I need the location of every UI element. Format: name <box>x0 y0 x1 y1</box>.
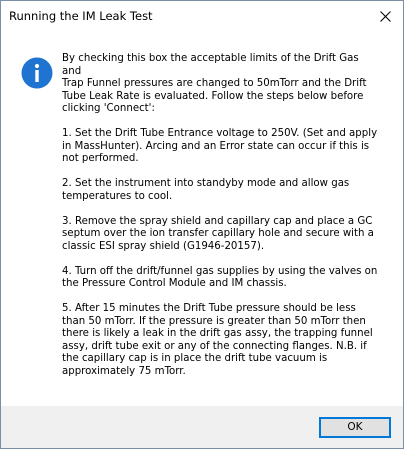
button-footer: OK <box>1 406 403 448</box>
message-step-5: 5. After 15 minutes the Drift Tube press… <box>62 303 373 377</box>
message-text: By checking this box the acceptable limi… <box>62 53 380 391</box>
window-title: Running the IM Leak Test <box>9 9 153 23</box>
message-step-3: 3. Remove the spray shield and capillary… <box>62 215 374 252</box>
message-step-1: 1. Set the Drift Tube Entrance voltage t… <box>62 128 378 164</box>
info-icon <box>21 57 53 89</box>
message-intro: By checking this box the acceptable limi… <box>62 53 367 114</box>
title-bar[interactable]: Running the IM Leak Test <box>1 1 403 31</box>
message-step-2: 2. Set the instrument into standyby mode… <box>62 178 350 202</box>
dialog-window: Running the IM Leak Test By checking thi… <box>0 0 404 449</box>
message-step-4: 4. Turn off the drift/funnel gas supplie… <box>62 265 378 290</box>
close-icon <box>380 11 391 22</box>
ok-button[interactable]: OK <box>319 417 391 438</box>
close-button[interactable] <box>367 1 403 31</box>
